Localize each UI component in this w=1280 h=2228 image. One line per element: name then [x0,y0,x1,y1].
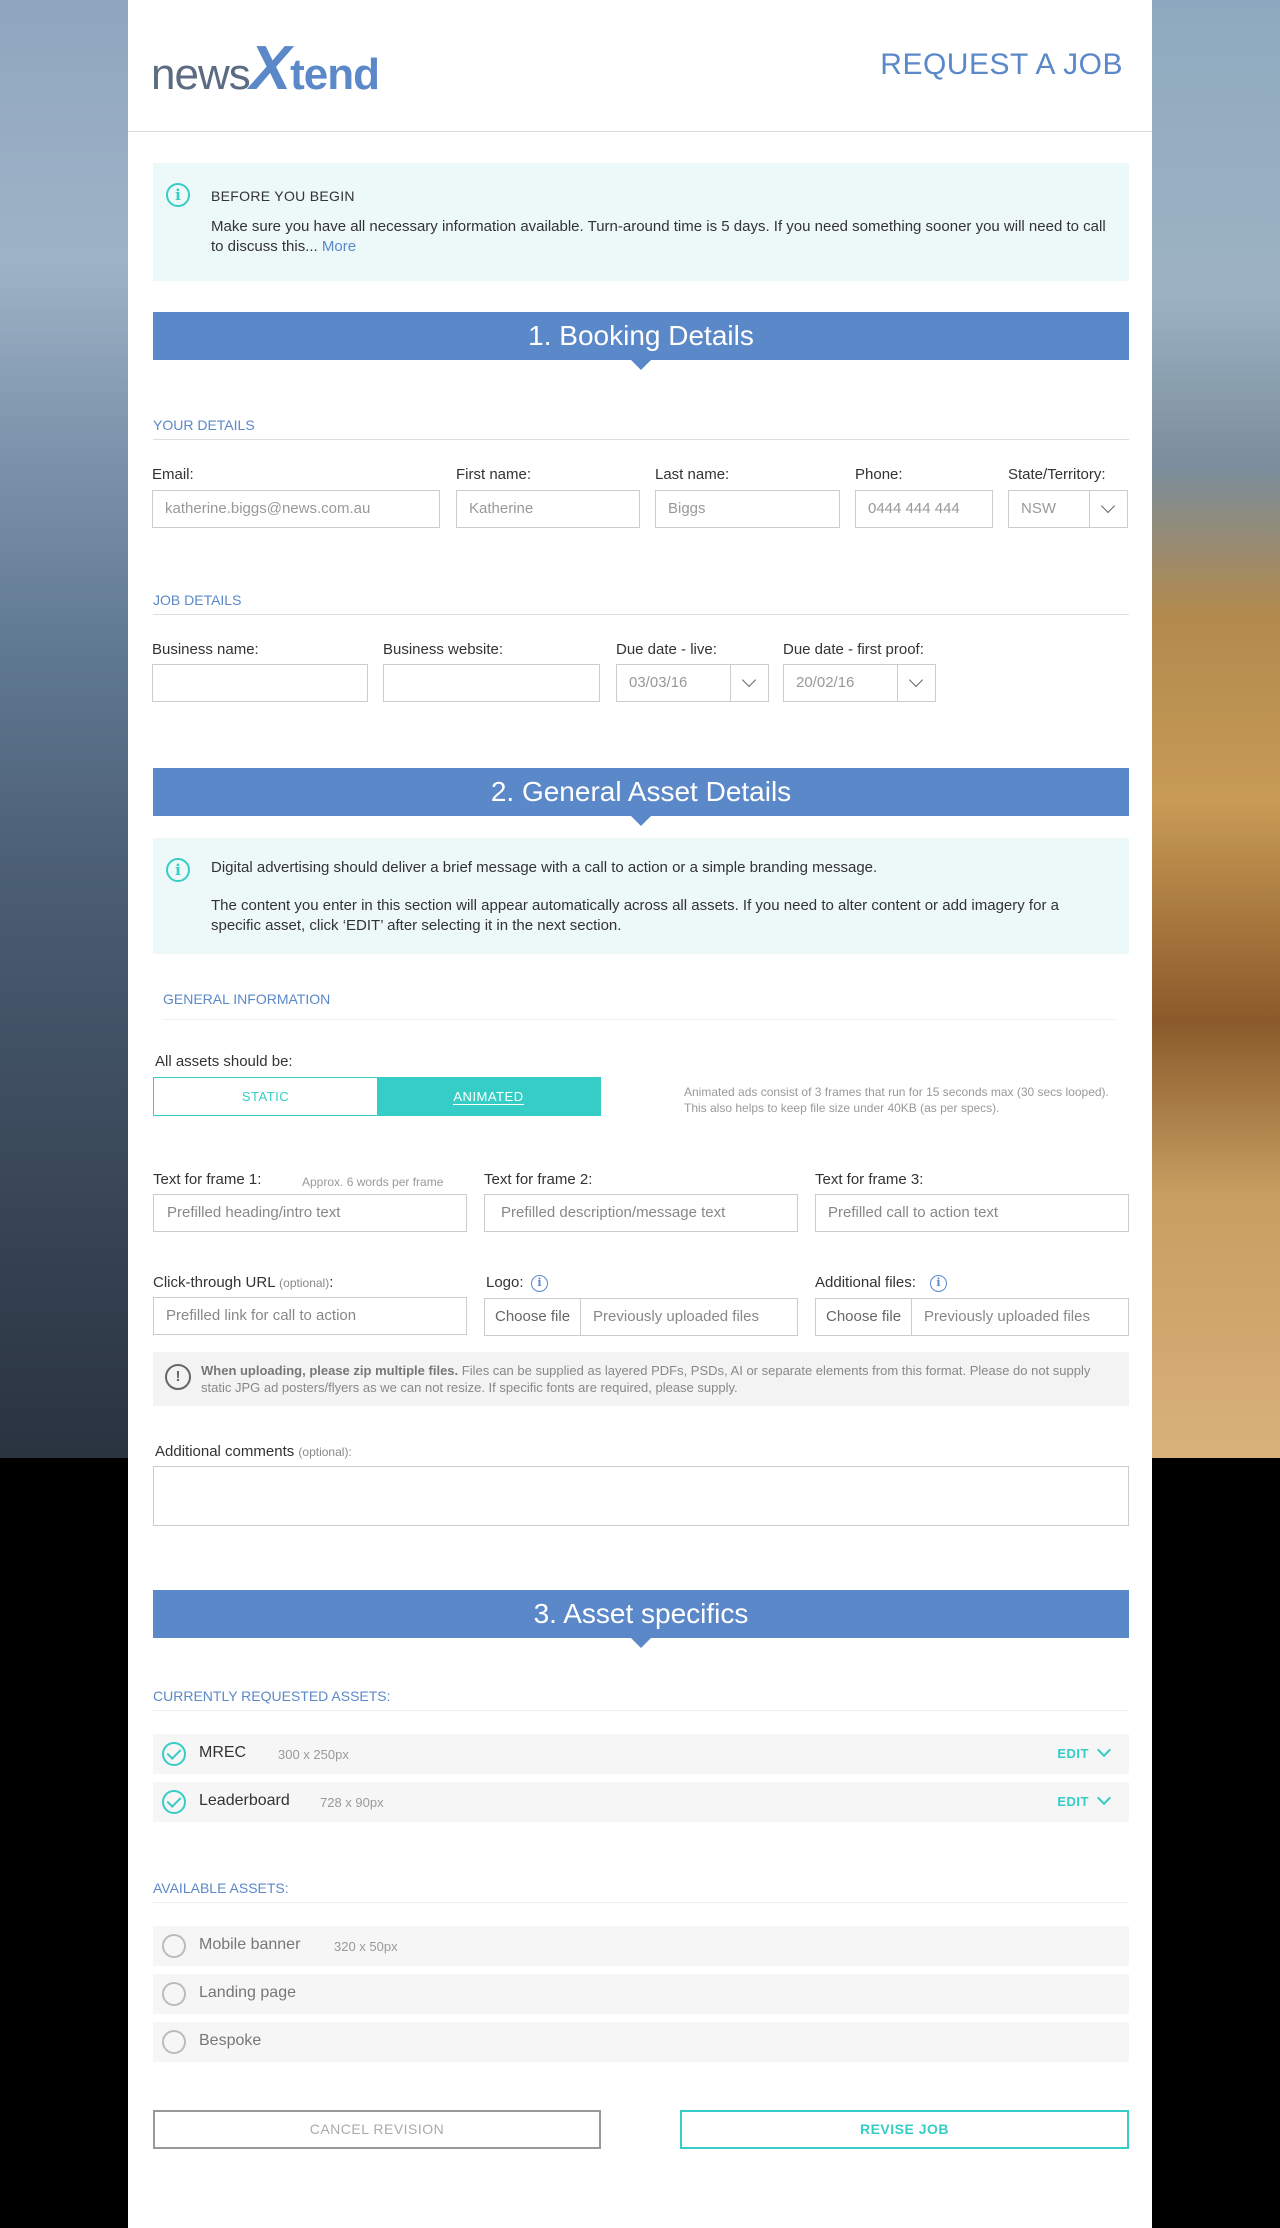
logo-file-input[interactable]: Choose file Previously uploaded files [484,1298,798,1336]
click-url-label: Click-through URL (optional): [153,1274,334,1291]
click-url-input[interactable]: Prefilled link for call to action [153,1297,467,1335]
additional-files-input[interactable]: Choose file Previously uploaded files [815,1298,1129,1336]
your-details-heading: YOUR DETAILS [153,417,1129,440]
frame1-input[interactable]: Prefilled heading/intro text [153,1194,467,1232]
static-animated-toggle[interactable]: STATIC ANIMATED [153,1077,601,1116]
asset-info-box: i Digital advertising should deliver a b… [153,838,1129,954]
phone-field[interactable]: 0444 444 444 [855,490,993,528]
asset-name: Landing page [199,1984,296,2001]
requested-asset-row-leaderboard[interactable]: Leaderboard 728 x 90px EDIT [153,1782,1129,1822]
exclamation-icon: ! [165,1364,191,1390]
chevron-down-icon[interactable] [730,665,768,701]
section-booking-details-banner: 1. Booking Details [153,312,1129,370]
comments-textarea[interactable] [153,1466,1129,1526]
asset-name: Bespoke [199,2032,262,2049]
asset-name: MREC [199,1744,247,1761]
chevron-down-icon[interactable] [1096,1742,1112,1758]
section-general-asset-banner: 2. General Asset Details [153,768,1129,826]
comments-label: Additional comments (optional): [155,1443,352,1460]
asset-size: 300 x 250px [278,1747,349,1762]
revise-job-button[interactable]: REVISE JOB [680,2110,1129,2149]
business-name-field[interactable] [152,664,368,702]
last-name-field[interactable]: Biggs [655,490,840,528]
business-name-label: Business name: [152,641,259,658]
additional-choose-file-button[interactable]: Choose file [816,1299,913,1335]
page-header: newsXtend REQUEST A JOB [128,0,1152,132]
available-asset-row-bespoke[interactable]: Bespoke [153,2022,1129,2062]
business-website-label: Business website: [383,641,504,658]
background-photo-right [1152,0,1280,1458]
asset-info-line1: Digital advertising should deliver a bri… [211,859,878,876]
logo-choose-file-button[interactable]: Choose file [485,1299,582,1335]
email-label: Email: [152,466,194,483]
frame3-input[interactable]: Prefilled call to action text [815,1194,1129,1232]
additional-files-label: Additional files: [815,1274,916,1291]
due-proof-label: Due date - first proof: [783,641,924,658]
state-label: State/Territory: [1008,466,1106,483]
page-title: REQUEST A JOB [880,48,1123,81]
last-name-label: Last name: [655,466,730,483]
newsxtend-logo[interactable]: newsXtend [151,36,380,102]
due-live-select[interactable]: 03/03/16 [616,664,769,702]
toggle-static[interactable]: STATIC [154,1078,377,1115]
info-icon: i [166,858,190,882]
general-information-heading: GENERAL INFORMATION [163,991,1115,1020]
cancel-revision-button[interactable]: CANCEL REVISION [153,2110,601,2149]
logo-info-icon[interactable]: i [531,1275,548,1292]
radio-circle-icon[interactable] [162,1982,186,2006]
requested-asset-row-mrec[interactable]: MREC 300 x 250px EDIT [153,1734,1129,1774]
background-photo-left [0,0,128,1458]
frame1-hint: Approx. 6 words per frame [302,1175,444,1189]
more-link[interactable]: More [322,238,356,255]
job-details-heading: JOB DETAILS [153,592,1129,615]
chevron-down-icon[interactable] [897,665,935,701]
chevron-down-icon[interactable] [1096,1790,1112,1806]
edit-link[interactable]: EDIT [1057,1794,1089,1809]
before-you-begin-box: i BEFORE YOU BEGIN Make sure you have al… [153,163,1129,281]
upload-warning-box: ! When uploading, please zip multiple fi… [153,1352,1129,1406]
first-name-label: First name: [456,466,532,483]
available-assets-heading: AVAILABLE ASSETS: [153,1880,1129,1903]
frame1-label: Text for frame 1: [153,1171,262,1188]
asset-name: Mobile banner [199,1936,301,1953]
asset-size: 728 x 90px [320,1795,384,1810]
available-asset-row-mobile-banner[interactable]: Mobile banner 320 x 50px [153,1926,1129,1966]
edit-link[interactable]: EDIT [1057,1746,1089,1761]
logo-label: Logo: [486,1274,524,1291]
additional-file-name: Previously uploaded files [924,1308,1090,1325]
radio-circle-icon[interactable] [162,1934,186,1958]
frame2-label: Text for frame 2: [484,1171,593,1188]
business-website-field[interactable] [383,664,600,702]
info-icon: i [166,183,190,207]
phone-label: Phone: [855,466,903,483]
section-asset-specifics-banner: 3. Asset specifics [153,1590,1129,1648]
request-form-page: newsXtend REQUEST A JOB i BEFORE YOU BEG… [128,0,1152,2228]
additional-files-info-icon[interactable]: i [930,1275,947,1292]
asset-info-line2: The content you enter in this section wi… [211,897,1059,934]
info-text: Make sure you have all necessary informa… [211,218,1106,255]
due-proof-select[interactable]: 20/02/16 [783,664,936,702]
info-heading: BEFORE YOU BEGIN [211,188,355,204]
assets-type-label: All assets should be: [155,1053,293,1070]
toggle-animated[interactable]: ANIMATED [377,1078,600,1115]
due-live-label: Due date - live: [616,641,717,658]
first-name-field[interactable]: Katherine [456,490,640,528]
upload-warning-text: When uploading, please zip multiple file… [201,1363,1091,1395]
state-select[interactable]: NSW [1008,490,1128,528]
asset-name: Leaderboard [199,1792,290,1809]
logo-file-name: Previously uploaded files [593,1308,759,1325]
frame3-label: Text for frame 3: [815,1171,924,1188]
frame2-input[interactable]: Prefilled description/message text [484,1194,798,1232]
email-field[interactable]: katherine.biggs@news.com.au [152,490,440,528]
available-asset-row-landing-page[interactable]: Landing page [153,1974,1129,2014]
asset-size: 320 x 50px [334,1939,398,1954]
animated-note: Animated ads consist of 3 frames that ru… [684,1085,1109,1115]
check-circle-icon[interactable] [162,1790,186,1814]
requested-assets-heading: CURRENTLY REQUESTED ASSETS: [153,1688,1129,1711]
radio-circle-icon[interactable] [162,2030,186,2054]
check-circle-icon[interactable] [162,1742,186,1766]
chevron-down-icon[interactable] [1089,491,1127,527]
